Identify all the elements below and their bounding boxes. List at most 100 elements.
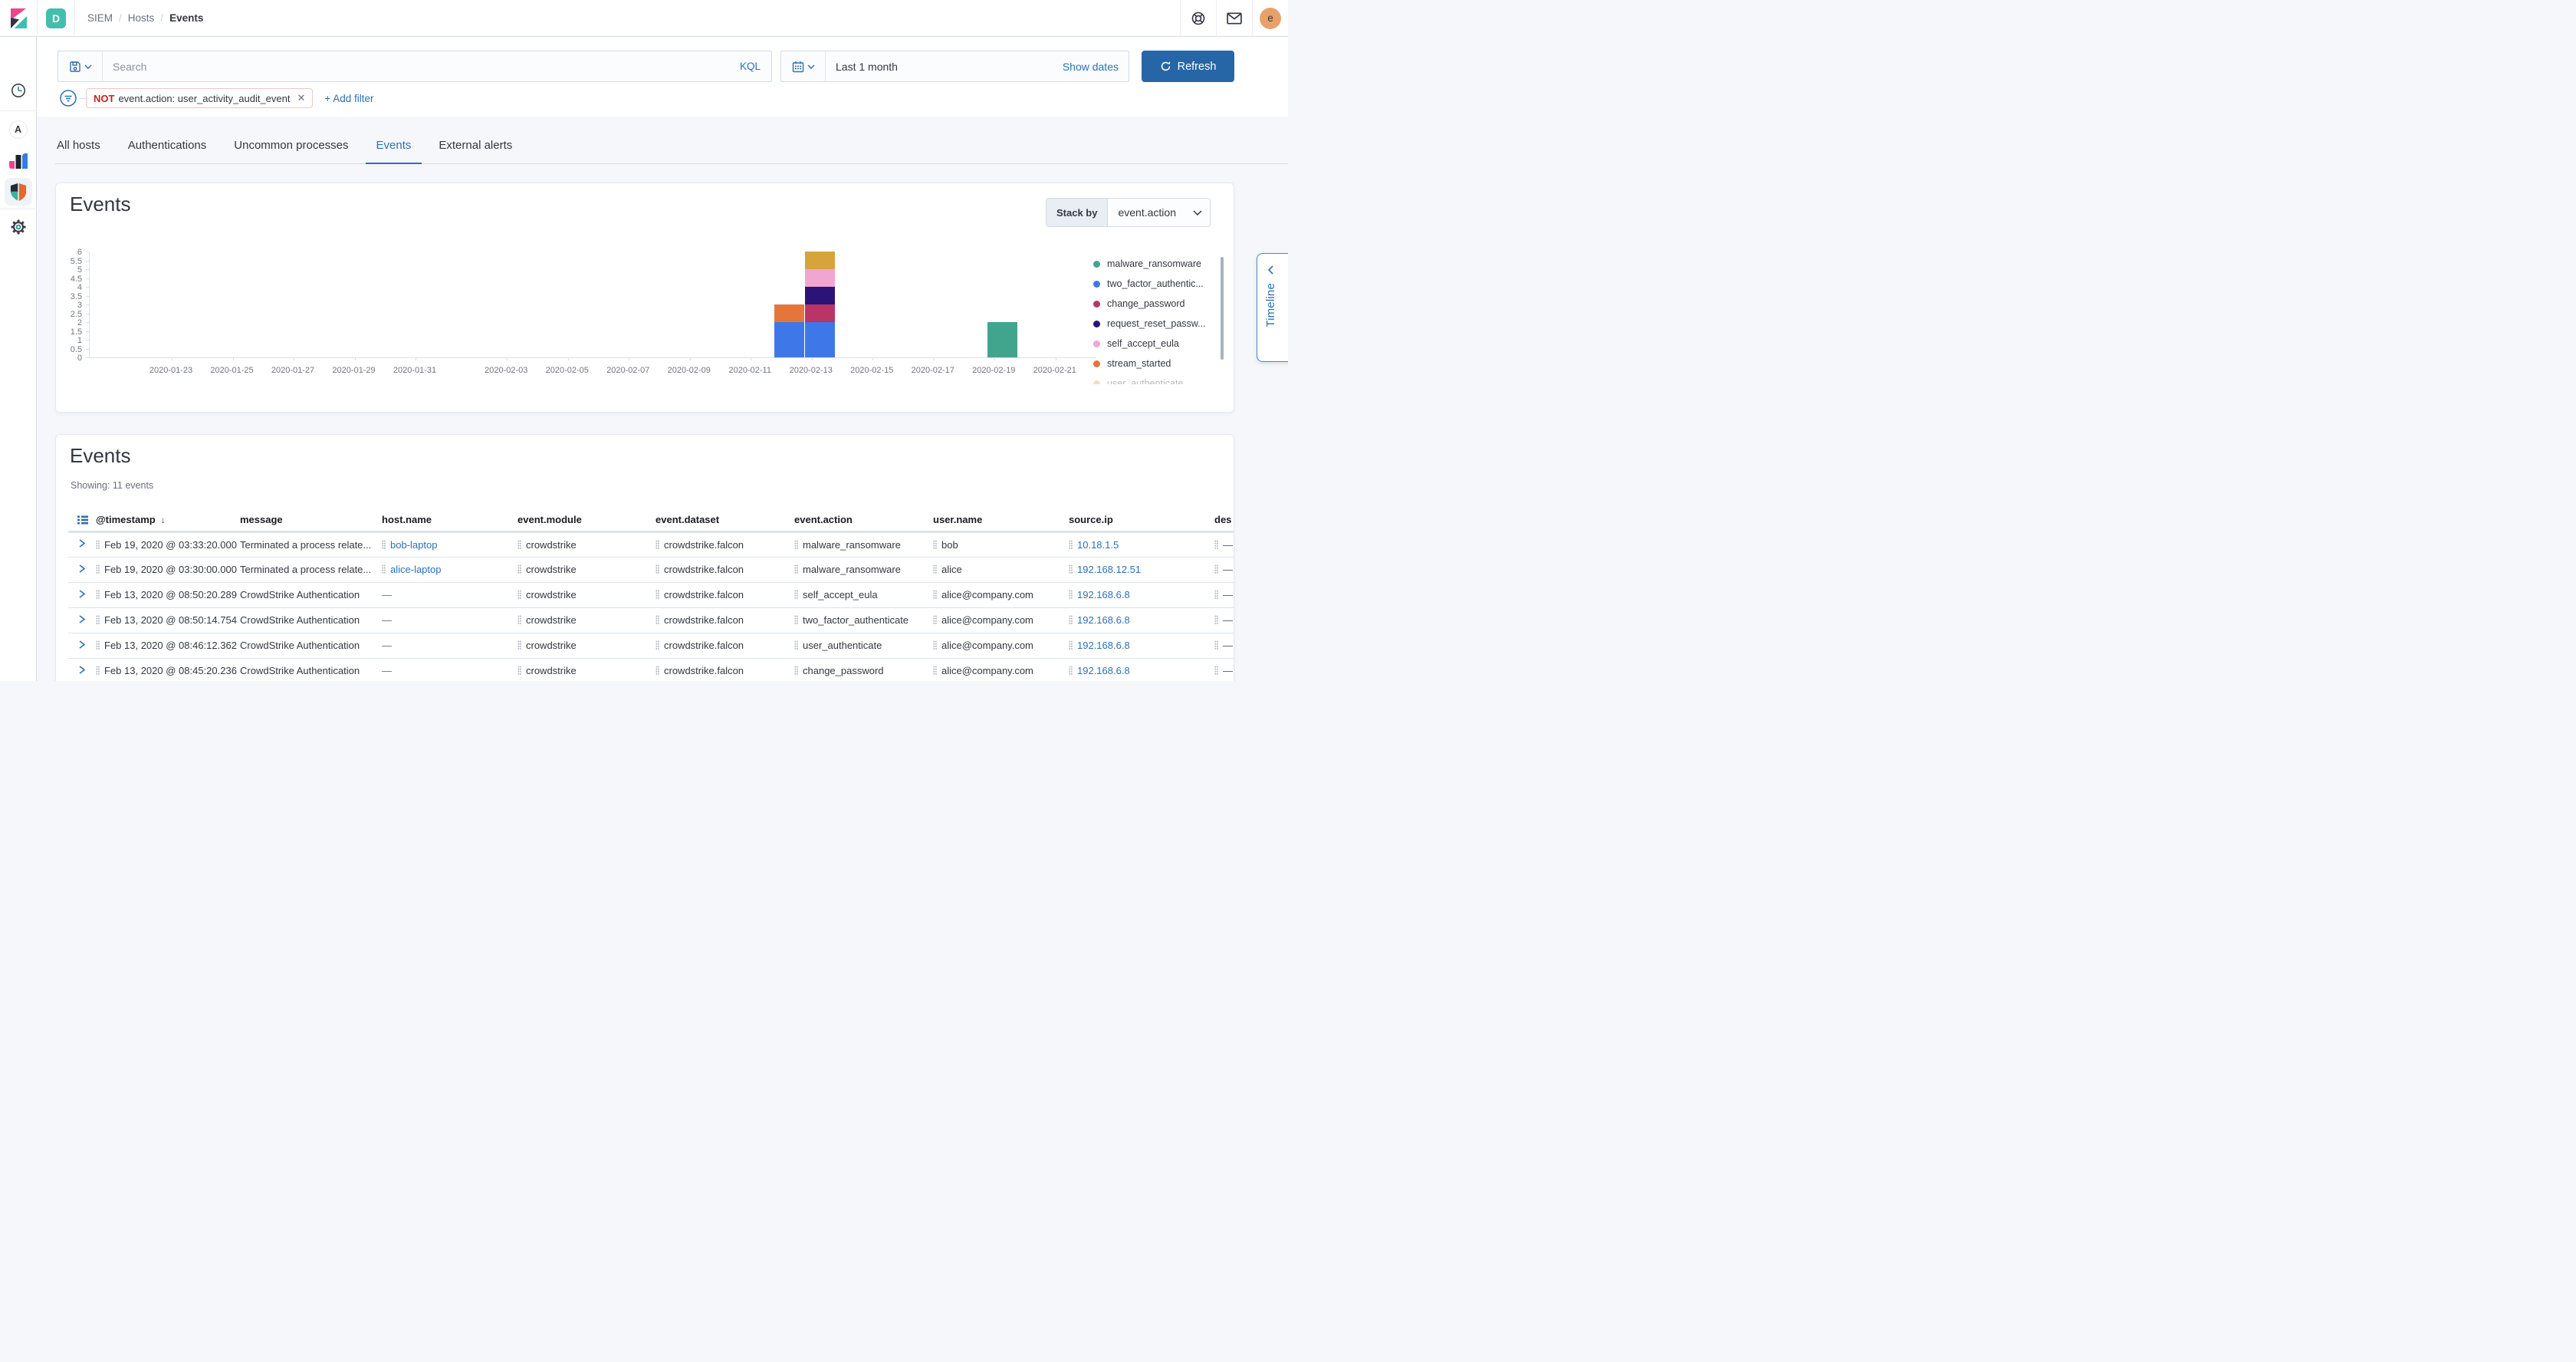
bar-segment-stream_started[interactable]	[774, 304, 804, 322]
drag-handle[interactable]	[656, 640, 659, 650]
tab-events[interactable]: Events	[375, 127, 413, 163]
drag-handle[interactable]	[518, 590, 521, 599]
host-link[interactable]: alice-laptop	[390, 564, 442, 575]
remove-filter-icon[interactable]: ✕	[297, 92, 305, 104]
drag-handle[interactable]	[794, 540, 798, 549]
refresh-button[interactable]: Refresh	[1142, 51, 1234, 82]
bar-segment-request_reset_password[interactable]	[805, 287, 835, 304]
avatar[interactable]: e	[1260, 8, 1281, 29]
legend-item-change_password[interactable]: change_password	[1093, 294, 1217, 314]
bar-segment-two_factor_authenticate[interactable]	[805, 322, 835, 357]
add-filter-button[interactable]: + Add filter	[324, 93, 373, 104]
drag-handle[interactable]	[518, 615, 521, 624]
expand-row-button[interactable]	[68, 564, 87, 574]
column-header-eventmodule[interactable]: event.module	[518, 508, 656, 531]
source-ip-link[interactable]: 192.168.6.8	[1077, 665, 1130, 676]
drag-handle[interactable]	[656, 590, 659, 599]
tab-uncommon-processes[interactable]: Uncommon processes	[232, 127, 350, 163]
drag-handle[interactable]	[518, 564, 521, 574]
column-header-username[interactable]: user.name	[933, 508, 1069, 531]
drag-handle[interactable]	[96, 590, 100, 599]
show-dates-button[interactable]: Show dates	[1063, 61, 1129, 73]
drag-handle[interactable]	[518, 640, 521, 650]
drag-handle[interactable]	[1069, 590, 1073, 599]
search-input[interactable]: Search	[103, 61, 740, 73]
drag-handle[interactable]	[96, 640, 100, 650]
bar-segment-two_factor_authenticate[interactable]	[774, 322, 804, 357]
legend-item-request_reset_password[interactable]: request_reset_passw...	[1093, 314, 1217, 334]
time-range-value[interactable]: Last 1 month	[826, 61, 1063, 73]
drag-handle[interactable]	[96, 564, 100, 574]
drag-handle[interactable]	[1214, 590, 1218, 599]
source-ip-link[interactable]: 192.168.6.8	[1077, 589, 1130, 600]
column-header-hostname[interactable]: host.name	[382, 508, 518, 531]
drag-handle[interactable]	[382, 540, 386, 549]
bar-segment-self_accept_eula[interactable]	[805, 269, 835, 287]
sidebar-item-recently-viewed[interactable]	[9, 81, 28, 100]
legend-item-two_factor_authenticate[interactable]: two_factor_authentic...	[1093, 274, 1217, 294]
sidebar-item-siem[interactable]	[5, 178, 32, 206]
filter-options-icon[interactable]	[58, 87, 79, 109]
legend-item-stream_started[interactable]: stream_started	[1093, 354, 1217, 373]
legend-item-malware_ransomware[interactable]: malware_ransomware	[1093, 254, 1217, 274]
sidebar-item-management[interactable]	[9, 218, 28, 236]
sidebar-item-visualize[interactable]	[9, 152, 28, 170]
column-header-sourceip[interactable]: source.ip	[1069, 508, 1214, 531]
column-header-des[interactable]: des	[1214, 508, 1234, 531]
expand-row-button[interactable]	[68, 589, 87, 599]
drag-handle[interactable]	[933, 540, 937, 549]
drag-handle[interactable]	[382, 564, 386, 574]
drag-handle[interactable]	[656, 666, 659, 675]
expand-row-button[interactable]	[68, 665, 87, 675]
drag-handle[interactable]	[794, 666, 798, 675]
drag-handle[interactable]	[794, 590, 798, 599]
legend-item-self_accept_eula[interactable]: self_accept_eula	[1093, 334, 1217, 354]
filter-chip[interactable]: NOT event.action: user_activity_audit_ev…	[86, 88, 313, 108]
drag-handle[interactable]	[1214, 540, 1218, 549]
bar-segment-change_password[interactable]	[805, 304, 835, 322]
drag-handle[interactable]	[1069, 640, 1073, 650]
kibana-logo[interactable]	[0, 0, 37, 37]
bar-segment-user_authenticate[interactable]	[805, 252, 835, 269]
breadcrumb-siem[interactable]: SIEM	[87, 12, 113, 24]
drag-handle[interactable]	[794, 564, 798, 574]
column-header-eventaction[interactable]: event.action	[794, 508, 933, 531]
expand-row-button[interactable]	[68, 538, 87, 548]
drag-handle[interactable]	[1069, 666, 1073, 675]
drag-handle[interactable]	[656, 615, 659, 624]
drag-handle[interactable]	[933, 590, 937, 599]
drag-handle[interactable]	[518, 666, 521, 675]
drag-handle[interactable]	[1214, 615, 1218, 624]
drag-handle[interactable]	[1069, 564, 1073, 574]
kql-selector[interactable]: KQL	[740, 61, 771, 72]
source-ip-link[interactable]: 10.18.1.5	[1077, 539, 1119, 551]
legend-scrollbar[interactable]	[1221, 257, 1224, 360]
breadcrumb-hosts[interactable]: Hosts	[128, 12, 155, 24]
column-header-message[interactable]: message	[240, 508, 382, 531]
tab-all-hosts[interactable]: All hosts	[55, 127, 102, 163]
drag-handle[interactable]	[96, 540, 100, 549]
timeline-flyout-button[interactable]: Timeline	[1257, 253, 1288, 362]
source-ip-link[interactable]: 192.168.6.8	[1077, 614, 1130, 626]
tab-external-alerts[interactable]: External alerts	[437, 127, 514, 163]
user-menu[interactable]: e	[1253, 0, 1288, 37]
drag-handle[interactable]	[96, 666, 100, 675]
fields-browser-button[interactable]	[68, 508, 96, 531]
legend-item-user_authenticate[interactable]: user_authenticate	[1093, 373, 1217, 384]
newsfeed-button[interactable]	[1217, 0, 1252, 37]
bar-segment-malware_ransomware[interactable]	[987, 322, 1017, 357]
source-ip-link[interactable]: 192.168.6.8	[1077, 640, 1130, 651]
drag-handle[interactable]	[518, 540, 521, 549]
drag-handle[interactable]	[933, 615, 937, 624]
column-header-eventdataset[interactable]: event.dataset	[656, 508, 794, 531]
drag-handle[interactable]	[1214, 640, 1218, 650]
drag-handle[interactable]	[656, 540, 659, 549]
drag-handle[interactable]	[933, 666, 937, 675]
space-badge[interactable]: D	[46, 8, 66, 28]
stack-by-select[interactable]: event.action	[1108, 199, 1210, 226]
drag-handle[interactable]	[656, 564, 659, 574]
expand-row-button[interactable]	[68, 640, 87, 650]
drag-handle[interactable]	[933, 640, 937, 650]
saved-query-menu[interactable]	[58, 51, 103, 81]
search-bar[interactable]: Search KQL	[58, 51, 772, 82]
